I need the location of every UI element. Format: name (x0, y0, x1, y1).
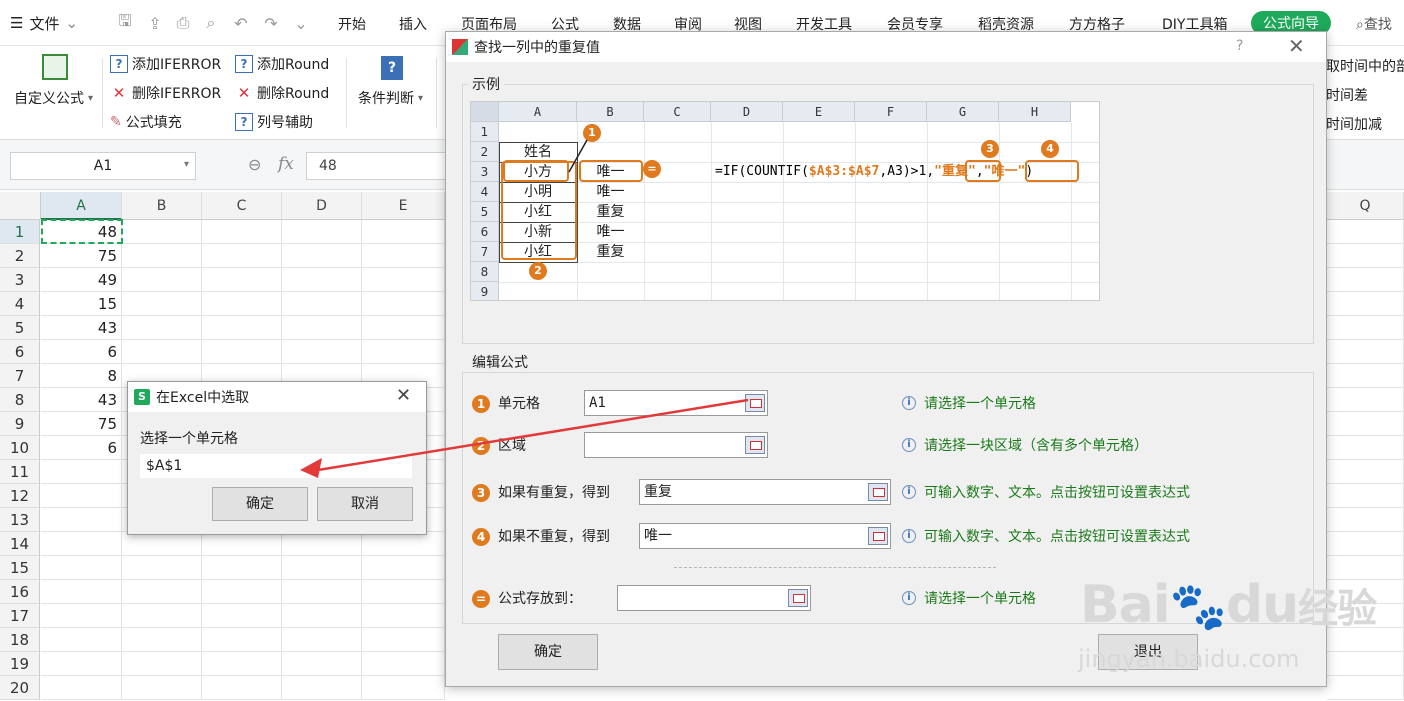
watermark-du: du (1225, 575, 1299, 635)
annotation-thin-arrow (317, 398, 749, 472)
watermark-url: jingyan.baidu.com (1078, 645, 1300, 673)
watermark-cn: 经验 (1298, 586, 1377, 632)
arrowhead-icon (300, 458, 322, 478)
paw-icon: 🐾 (1169, 579, 1227, 633)
baidu-watermark: Bai🐾du经验 (1080, 575, 1377, 635)
watermark-bai: Bai (1080, 575, 1171, 635)
